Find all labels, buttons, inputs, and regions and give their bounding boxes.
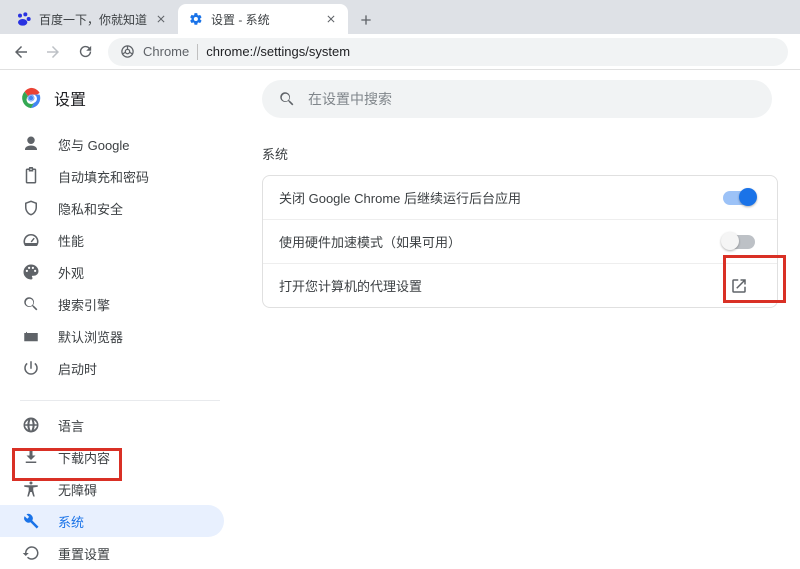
tab-strip: 百度一下，你就知道 设置 - 系统 [0,0,800,34]
settings-main: 在设置中搜索 系统 关闭 Google Chrome 后继续运行后台应用 使用硬… [240,70,800,517]
sidebar-item-default-browser[interactable]: 默认浏览器 [0,320,224,352]
search-icon [278,90,296,108]
shield-icon [22,199,40,217]
sidebar-item-label: 无障碍 [58,480,97,499]
settings-header: 设置 [0,78,240,124]
sidebar-item-appearance[interactable]: 外观 [0,256,224,288]
sidebar-item-label: 启动时 [58,359,97,378]
omnibox-divider [197,44,198,60]
close-icon[interactable] [154,12,168,26]
clipboard-icon [22,167,40,185]
sidebar-item-label: 性能 [58,231,84,250]
globe-icon [22,416,40,434]
omnibox-url: chrome://settings/system [206,44,350,59]
sidebar-item-label: 自动填充和密码 [58,167,149,186]
restore-icon [22,544,40,562]
address-bar[interactable]: Chrome chrome://settings/system [108,38,788,66]
row-label: 使用硬件加速模式（如果可用） [279,232,461,251]
sidebar-item-label: 下载内容 [58,448,110,467]
sidebar-item-label: 系统 [58,512,84,531]
sidebar-item-startup[interactable]: 启动时 [0,352,224,384]
sidebar-item-language[interactable]: 语言 [0,409,224,441]
sidebar-item-label: 外观 [58,263,84,282]
row-bg-apps: 关闭 Google Chrome 后继续运行后台应用 [263,176,777,219]
new-tab-button[interactable] [352,6,380,34]
forward-button[interactable] [38,37,68,67]
baidu-favicon [16,11,32,27]
speedometer-icon [22,231,40,249]
download-icon [22,448,40,466]
settings-sidebar: 设置 您与 Google 自动填充和密码 隐私和安全 性能 外观 搜索引擎 默认… [0,70,240,517]
settings-content: 设置 您与 Google 自动填充和密码 隐私和安全 性能 外观 搜索引擎 默认… [0,70,800,517]
sidebar-item-label: 语言 [58,416,84,435]
sidebar-item-label: 您与 Google [58,135,130,154]
tab-settings[interactable]: 设置 - 系统 [178,4,348,34]
sidebar-item-search[interactable]: 搜索引擎 [0,288,224,320]
sidebar-item-label: 搜索引擎 [58,295,110,314]
sidebar-item-autofill[interactable]: 自动填充和密码 [0,160,224,192]
chrome-logo-icon [20,87,42,109]
section-title: 系统 [262,144,778,163]
chrome-page-icon [120,44,135,59]
sidebar-item-google[interactable]: 您与 Google [0,128,224,160]
reload-button[interactable] [70,37,100,67]
sidebar-item-label: 隐私和安全 [58,199,123,218]
row-hw-accel: 使用硬件加速模式（如果可用） [263,219,777,263]
tab-title: 百度一下，你就知道 [39,11,147,28]
external-link-icon [717,277,761,295]
sidebar-item-performance[interactable]: 性能 [0,224,224,256]
person-icon [22,135,40,153]
sidebar-item-downloads[interactable]: 下载内容 [0,441,224,473]
sidebar-item-privacy[interactable]: 隐私和安全 [0,192,224,224]
sidebar-item-system[interactable]: 系统 [0,505,224,537]
search-icon [22,295,40,313]
wrench-icon [22,512,40,530]
toggle-bg-apps[interactable] [723,191,755,205]
tab-baidu[interactable]: 百度一下，你就知道 [6,4,178,34]
page-title: 设置 [54,86,86,110]
tab-title: 设置 - 系统 [211,11,317,28]
row-label: 打开您计算机的代理设置 [279,276,422,295]
back-button[interactable] [6,37,36,67]
system-card: 关闭 Google Chrome 后继续运行后台应用 使用硬件加速模式（如果可用… [262,175,778,308]
browser-toolbar: Chrome chrome://settings/system [0,34,800,70]
sidebar-item-accessibility[interactable]: 无障碍 [0,473,224,505]
gear-icon [188,11,204,27]
nav-list: 您与 Google 自动填充和密码 隐私和安全 性能 外观 搜索引擎 默认浏览器… [0,124,240,569]
browser-icon [22,327,40,345]
close-icon[interactable] [324,12,338,26]
toggle-hw-accel[interactable] [723,235,755,249]
sidebar-item-reset[interactable]: 重置设置 [0,537,224,569]
sidebar-item-label: 默认浏览器 [58,327,123,346]
sidebar-item-label: 重置设置 [58,544,110,563]
accessibility-icon [22,480,40,498]
row-proxy[interactable]: 打开您计算机的代理设置 [263,263,777,307]
power-icon [22,359,40,377]
settings-search[interactable]: 在设置中搜索 [262,80,772,118]
row-label: 关闭 Google Chrome 后继续运行后台应用 [279,188,521,207]
search-placeholder: 在设置中搜索 [308,89,392,109]
palette-icon [22,263,40,281]
omnibox-scheme: Chrome [143,44,189,59]
